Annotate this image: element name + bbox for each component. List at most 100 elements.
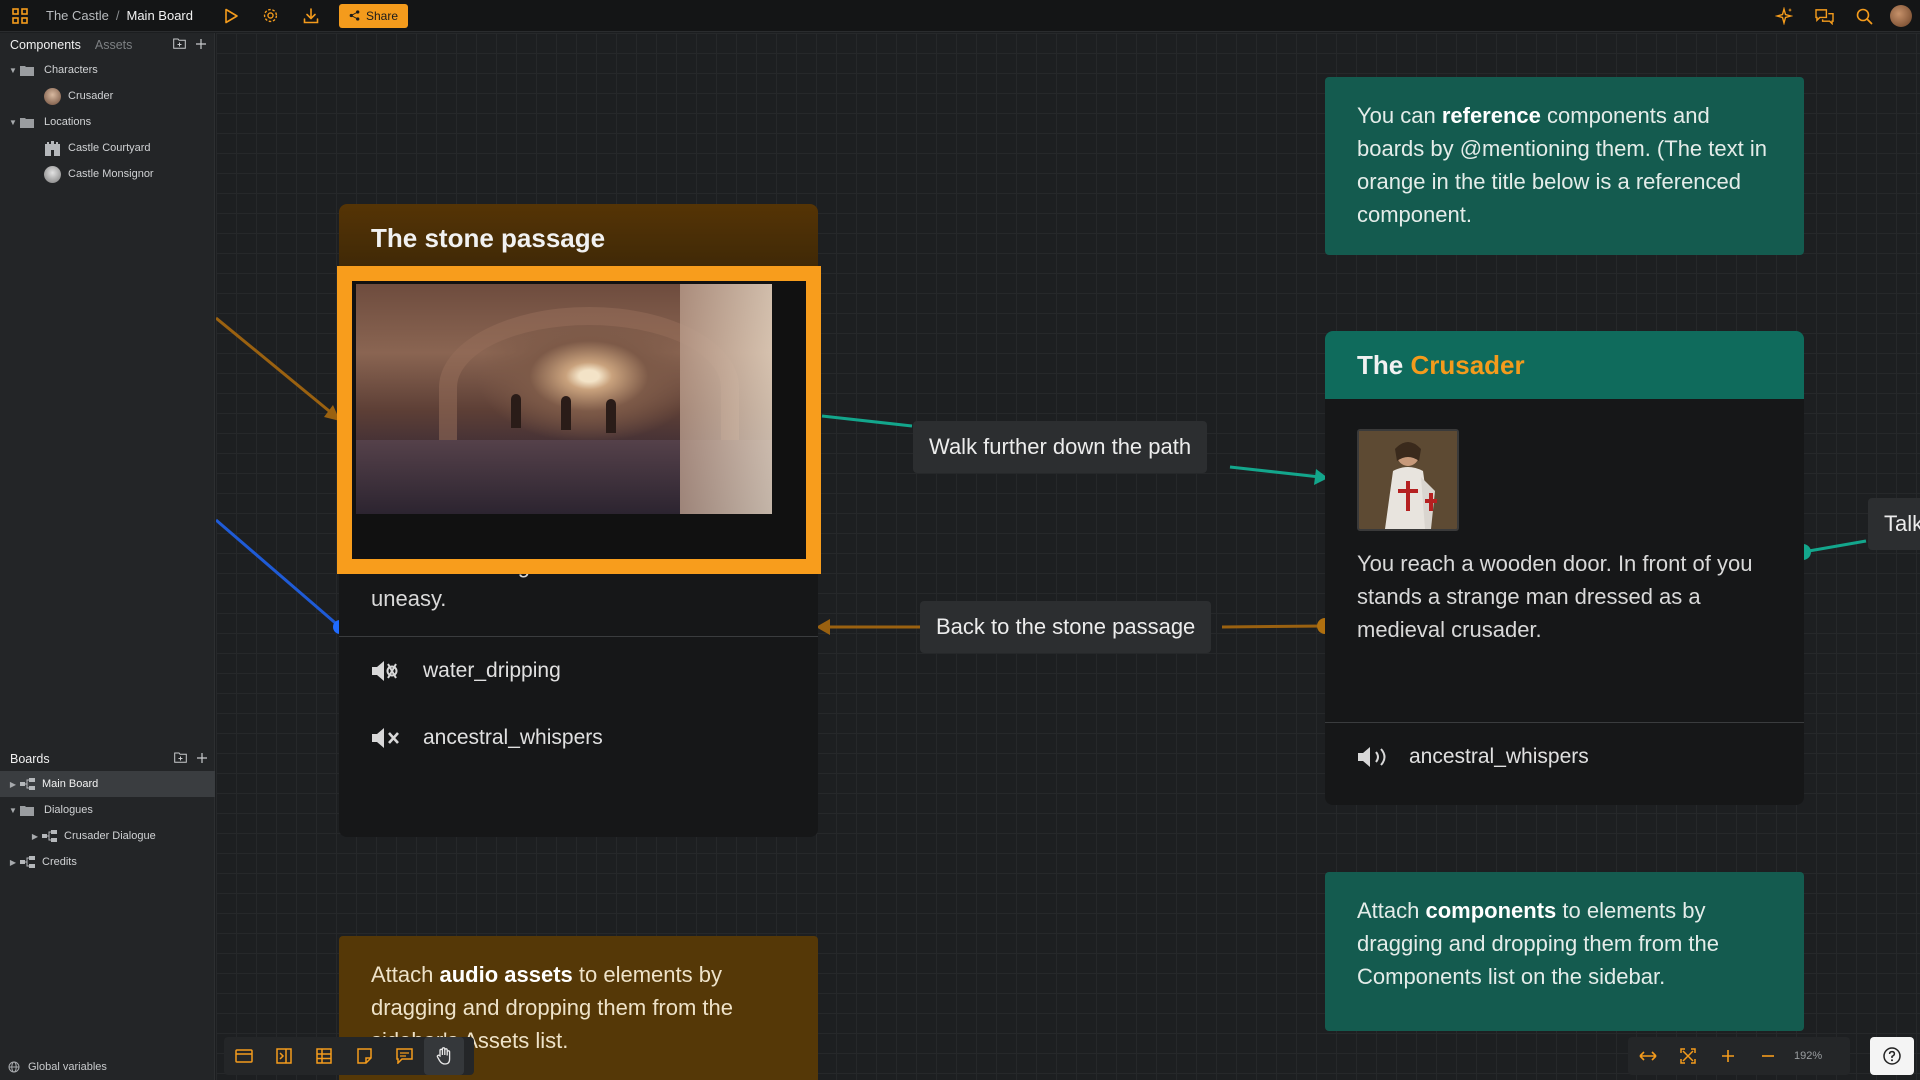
selected-image-frame[interactable] (337, 266, 821, 574)
tree-label: Characters (44, 64, 98, 76)
crusader-image[interactable] (1357, 429, 1459, 531)
add-jumper-icon[interactable] (264, 1037, 304, 1075)
tree-folder-characters[interactable]: ▼ Characters (0, 57, 214, 83)
note-bold-text: audio assets (439, 962, 573, 987)
apps-grid-icon[interactable] (0, 0, 40, 32)
chevron-right-icon[interactable]: ▶ (6, 780, 20, 789)
node-title: The stone passage (339, 204, 818, 272)
board-folder-dialogues[interactable]: ▼ Dialogues (0, 797, 215, 823)
audio-name: water_dripping (423, 658, 561, 682)
add-table-icon[interactable] (304, 1037, 344, 1075)
chevron-down-icon[interactable]: ▼ (6, 66, 20, 75)
chevron-down-icon[interactable]: ▼ (6, 806, 20, 815)
tree-label: Dialogues (44, 804, 93, 816)
tree-folder-locations[interactable]: ▼ Locations (0, 109, 214, 135)
tunnel-door (561, 396, 571, 430)
chevron-down-icon[interactable]: ▼ (6, 118, 20, 127)
help-icon (1883, 1047, 1901, 1065)
zoom-controls: 192% (1628, 1037, 1850, 1075)
audio-row-ancestral-whispers[interactable]: ancestral_whispers (339, 704, 818, 771)
top-bar: The Castle / Main Board Share (0, 0, 1920, 32)
breadcrumb-project[interactable]: The Castle (46, 8, 109, 23)
zoom-out-icon[interactable] (1748, 1037, 1788, 1075)
note-bold-text: components (1425, 898, 1557, 923)
zoom-level[interactable]: 192% (1794, 1050, 1822, 1062)
note-bold-text: reference (1441, 103, 1541, 128)
tunnel-door (606, 399, 616, 433)
pan-hand-icon[interactable] (424, 1037, 464, 1075)
new-board-folder-icon[interactable] (174, 752, 187, 766)
tree-label: Credits (42, 856, 77, 868)
castle-icon (44, 140, 61, 156)
settings-gear-icon[interactable] (251, 0, 291, 32)
zoom-in-icon[interactable] (1708, 1037, 1748, 1075)
audio-row-water-dripping[interactable]: water_dripping (339, 637, 818, 704)
download-icon[interactable] (291, 0, 331, 32)
tab-components[interactable]: Components (10, 38, 81, 52)
boards-title: Boards (10, 752, 50, 766)
crusader-avatar-icon (44, 87, 61, 105)
board-item-credits[interactable]: ▶ Credits (0, 849, 215, 875)
wire-incoming-blue (216, 518, 341, 629)
share-button[interactable]: Share (338, 3, 409, 28)
add-note-icon[interactable] (344, 1037, 384, 1075)
tree-label: Locations (44, 116, 92, 128)
wire-arrow-back (816, 619, 830, 635)
tree-label: Castle Courtyard (68, 142, 151, 154)
chevron-right-icon[interactable]: ▶ (28, 832, 42, 841)
wire-back-a (1221, 624, 1325, 629)
node-body: You reach a wooden door. In front of you… (1357, 551, 1753, 642)
edge-label-talk[interactable]: Talk (1868, 498, 1920, 550)
ai-sparkle-icon[interactable] (1764, 0, 1804, 32)
stone-passage-image[interactable] (356, 284, 772, 514)
boards-header: Boards (0, 747, 215, 771)
board-canvas[interactable]: You can reference components and boards … (216, 33, 1920, 1080)
share-icon (349, 10, 360, 21)
new-folder-icon[interactable] (173, 38, 186, 52)
search-icon[interactable] (1844, 0, 1884, 32)
tree-item-castle-courtyard[interactable]: Castle Courtyard (0, 135, 214, 161)
chevron-right-icon[interactable]: ▶ (6, 858, 20, 867)
play-icon[interactable] (211, 0, 251, 32)
tree-item-castle-monsignor[interactable]: Castle Monsignor (0, 161, 214, 187)
note-text: Attach (371, 962, 440, 987)
note-text: Attach (1357, 898, 1426, 923)
node-crusader[interactable]: The Crusader You reach a wooden door. In… (1325, 331, 1804, 805)
global-variables-label: Global variables (28, 1061, 107, 1073)
add-node-icon[interactable] (224, 1037, 264, 1075)
node-title-prefix: The (1357, 349, 1404, 380)
note-reference[interactable]: You can reference components and boards … (1325, 77, 1804, 255)
speaker-muted-icon (372, 727, 399, 748)
sidebar: Components Assets ▼ Characters Crusader … (0, 33, 215, 1080)
tree-item-crusader[interactable]: Crusader (0, 83, 214, 109)
tree-label: Main Board (42, 778, 99, 790)
audio-name: ancestral_whispers (1409, 744, 1589, 768)
folder-icon (20, 805, 36, 816)
fullscreen-icon[interactable] (1668, 1037, 1708, 1075)
breadcrumb: The Castle / Main Board (46, 8, 193, 23)
help-button[interactable] (1870, 1037, 1914, 1075)
wire-walk-a (821, 414, 913, 428)
user-avatar[interactable] (1890, 5, 1912, 27)
note-components[interactable]: Attach components to elements by draggin… (1325, 872, 1804, 1031)
board-icon (20, 856, 35, 868)
add-board-icon[interactable] (197, 752, 207, 766)
edge-label-walk[interactable]: Walk further down the path (913, 421, 1208, 473)
breadcrumb-board[interactable]: Main Board (127, 8, 193, 23)
tree-label: Castle Monsignor (68, 168, 154, 180)
speaker-wave-icon (372, 660, 398, 681)
edge-label-back[interactable]: Back to the stone passage (920, 601, 1212, 653)
breadcrumb-separator: / (115, 8, 120, 23)
add-comment-icon[interactable] (384, 1037, 424, 1075)
node-title-reference[interactable]: Crusader (1410, 350, 1524, 381)
global-variables-button[interactable]: Global variables (0, 1054, 215, 1080)
board-item-main-board[interactable]: ▶ Main Board (0, 771, 215, 797)
tab-assets[interactable]: Assets (95, 38, 133, 52)
board-item-crusader-dialogue[interactable]: ▶ Crusader Dialogue (0, 823, 215, 849)
comments-icon[interactable] (1804, 0, 1844, 32)
audio-row-ancestral-whispers[interactable]: ancestral_whispers (1325, 723, 1804, 790)
add-component-icon[interactable] (196, 38, 206, 52)
fit-width-icon[interactable] (1628, 1037, 1668, 1075)
wire-talk (1802, 539, 1867, 554)
speaker-wave-icon (1358, 746, 1386, 767)
